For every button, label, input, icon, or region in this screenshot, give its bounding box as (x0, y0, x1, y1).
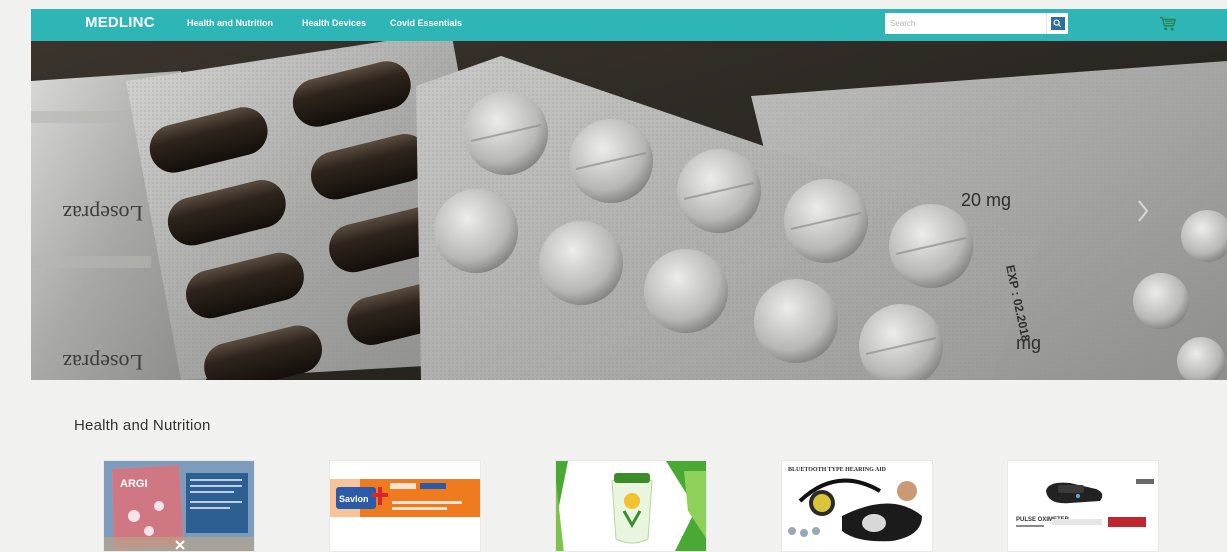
search-icon-box (1050, 17, 1065, 30)
packet-text-20mg: 20 mg (961, 190, 1011, 210)
search-input[interactable] (885, 13, 1046, 34)
nav-link-health-devices[interactable]: Health Devices (302, 18, 366, 28)
product-card-3[interactable] (555, 460, 707, 552)
product-image-1: ARGI (104, 461, 254, 551)
packet-text-left-bottom: Losepraz (62, 350, 143, 375)
packet-text-left-top: Losepraz (62, 201, 143, 226)
product-image-2: Savlon (330, 461, 480, 551)
brand-logo[interactable]: MEDLINC (85, 14, 155, 31)
product-image-5: PULSE OXIMETER (1008, 461, 1158, 551)
hero-pills-image: Losepraz Losepraz 20 mg mg EXP: 02.2018 (31, 41, 1227, 380)
nav-link-health-and-nutrition[interactable]: Health and Nutrition (187, 18, 273, 28)
product-list: ARGI Savlon BLUETOOTH TYPE HEARING AID P… (103, 460, 1163, 552)
hero-banner: Losepraz Losepraz 20 mg mg EXP: 02.2018 (31, 41, 1227, 380)
nav-link-covid-essentials[interactable]: Covid Essentials (390, 18, 462, 28)
search-bar (885, 13, 1068, 34)
product-card-2[interactable]: Savlon (329, 460, 481, 552)
product-card-5[interactable]: PULSE OXIMETER (1007, 460, 1159, 552)
product-1-label: ARGI (120, 478, 148, 490)
page: MEDLINC Health and Nutrition Health Devi… (31, 9, 1227, 552)
product-image-3 (556, 461, 706, 551)
product-card-1[interactable]: ARGI (103, 460, 255, 552)
search-icon (1053, 19, 1062, 28)
product-4-label: BLUETOOTH TYPE HEARING AID (788, 467, 887, 473)
section-title-health-and-nutrition: Health and Nutrition (74, 417, 211, 434)
product-2-label: Savlon (339, 494, 369, 504)
search-button[interactable] (1046, 13, 1068, 34)
product-card-4[interactable]: BLUETOOTH TYPE HEARING AID (781, 460, 933, 552)
product-image-4: BLUETOOTH TYPE HEARING AID (782, 461, 932, 551)
cart-icon[interactable] (1159, 15, 1177, 33)
navbar: MEDLINC Health and Nutrition Health Devi… (31, 9, 1227, 41)
